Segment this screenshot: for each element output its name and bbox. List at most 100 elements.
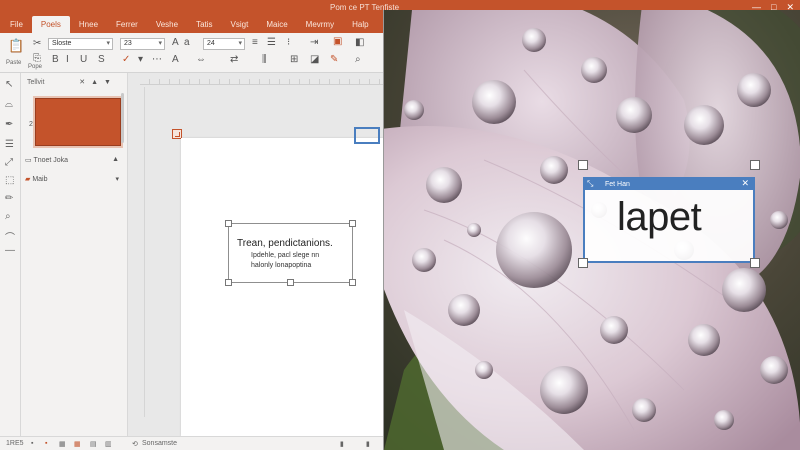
textbox-line-2: Ipdehle, pacl slege nn bbox=[251, 252, 320, 259]
tab-design[interactable]: Ferrer bbox=[107, 20, 147, 33]
vertical-ruler bbox=[140, 87, 145, 417]
tab-help[interactable]: Halp bbox=[343, 20, 377, 33]
ribbon-tabs: File Poels Hnee Ferrer Veshe Tatis Vsigt… bbox=[0, 15, 378, 33]
panel-nav-arrows[interactable]: ✕▲▼ bbox=[79, 78, 117, 86]
font-size-dropdown[interactable]: 23 bbox=[120, 38, 165, 50]
shape-fill-icon[interactable]: ✎ bbox=[330, 54, 338, 65]
direction-icon[interactable]: ⇄ bbox=[230, 54, 238, 65]
slide-thumbnail-number: 2 bbox=[29, 121, 33, 128]
tab-review[interactable]: Maice bbox=[257, 20, 296, 33]
font-color-icon[interactable]: A bbox=[172, 54, 179, 65]
columns-icon[interactable]: ⫼ bbox=[262, 54, 267, 65]
tab-animations[interactable]: Tatis bbox=[187, 20, 221, 33]
tab-view[interactable]: Mevrmy bbox=[297, 20, 343, 33]
zoom-tool-icon[interactable]: ⌕ bbox=[5, 211, 11, 222]
zoom-out-icon[interactable]: ▮ bbox=[340, 440, 344, 448]
slide-panel: Tellvit ✕▲▼ 2 ▭ Tnoet Joka ▲ ▰ Maib ▾ bbox=[21, 73, 128, 436]
section-row-2[interactable]: ▰ Maib bbox=[25, 175, 48, 183]
notes-icon[interactable]: ▪ bbox=[31, 440, 33, 447]
overlay-handle-tr[interactable] bbox=[750, 160, 760, 170]
fit-slide-icon[interactable]: ▮ bbox=[366, 440, 370, 448]
textbox-handle-bl[interactable] bbox=[225, 279, 232, 286]
overlay-handle-br[interactable] bbox=[750, 258, 760, 268]
horizontal-ruler bbox=[140, 79, 383, 85]
indent-icon[interactable]: ⇥ bbox=[310, 37, 318, 48]
font-size-2-value: 24 bbox=[207, 40, 215, 47]
overlay-handle-bl[interactable] bbox=[578, 258, 588, 268]
tab-transitions[interactable]: Veshe bbox=[147, 20, 187, 33]
shape-icon[interactable]: ▣ bbox=[333, 36, 342, 47]
list-icon[interactable]: ☰ bbox=[267, 37, 276, 48]
spacing-icon[interactable]: ⇔ bbox=[196, 54, 206, 65]
textbox-handle-tr[interactable] bbox=[349, 220, 356, 227]
font-name-value: Sloste bbox=[52, 40, 72, 47]
pen-tool-icon[interactable]: ✒ bbox=[5, 119, 13, 130]
slide-canvas: Trean, pendictanions. Ipdehle, pacl sleg… bbox=[128, 73, 383, 436]
chevron-up-icon[interactable]: ▲ bbox=[112, 156, 119, 163]
section-2-label: Maib bbox=[32, 176, 48, 183]
shapes-tool-icon[interactable]: ⬚ bbox=[5, 175, 14, 186]
edit-label-dialog[interactable]: ⤡ Fet Han ✕ lapet bbox=[578, 160, 760, 268]
font-size-value: 23 bbox=[124, 40, 132, 47]
connector-tool-icon[interactable]: ⤢ bbox=[5, 157, 13, 168]
label-text[interactable]: lapet bbox=[617, 195, 702, 240]
draw-tool-icon[interactable]: ✏ bbox=[5, 193, 13, 204]
slide[interactable] bbox=[181, 138, 383, 436]
shrink-font-icon[interactable]: a bbox=[184, 37, 190, 48]
clipboard-label: Pope bbox=[28, 64, 43, 70]
lines-tool-icon[interactable]: ☰ bbox=[5, 139, 14, 150]
slide-count: 1RE5 bbox=[6, 440, 24, 447]
resize-icon[interactable]: ⤡ bbox=[587, 178, 593, 189]
tab-home[interactable]: Poels bbox=[31, 16, 70, 33]
curve-tool-icon[interactable]: ⌒ bbox=[5, 229, 15, 244]
bold-icon[interactable]: B bbox=[52, 54, 59, 65]
check-icon[interactable]: ✓ bbox=[122, 54, 130, 65]
tab-file[interactable]: File bbox=[0, 20, 32, 33]
dialog-titlebar[interactable]: ⤡ Fet Han ✕ bbox=[585, 178, 753, 190]
slide-thumbnail[interactable] bbox=[35, 98, 121, 146]
grow-font-icon[interactable]: A bbox=[172, 37, 179, 48]
view-normal-icon[interactable]: ▦ bbox=[59, 440, 66, 448]
text-shadow-icon[interactable]: ⋯ bbox=[152, 54, 162, 65]
smartart-icon[interactable]: ⊞ bbox=[290, 54, 298, 65]
view-sorter-icon[interactable]: ▦ bbox=[74, 440, 81, 448]
quick-styles-icon[interactable]: ◪ bbox=[310, 54, 319, 65]
line-tool-icon[interactable]: — bbox=[5, 245, 15, 256]
tab-insert[interactable]: Hnee bbox=[70, 20, 107, 33]
textbox-handle-br[interactable] bbox=[349, 279, 356, 286]
font-size-2-dropdown[interactable]: 24 bbox=[203, 38, 245, 50]
align-icon[interactable]: ≡ bbox=[252, 37, 258, 48]
view-mode-icon[interactable]: ⟲ bbox=[132, 440, 138, 448]
slide-panel-scrollbar[interactable] bbox=[121, 93, 124, 143]
status-bar: 1RE5 ▪ ▪ ▦ ▦ ▤ ▥ ⟲ Sonsamste ▮ ▮ bbox=[0, 436, 383, 450]
overlay-handle-tl[interactable] bbox=[578, 160, 588, 170]
photo-selection-box[interactable] bbox=[354, 127, 380, 144]
textbox-handle-bottom[interactable] bbox=[287, 279, 294, 286]
view-reading-icon[interactable]: ▤ bbox=[90, 440, 97, 448]
view-slideshow-icon[interactable]: ▥ bbox=[105, 440, 112, 448]
section-1-label: Tnoet Joka bbox=[33, 157, 69, 164]
find-icon[interactable]: ⌕ bbox=[355, 54, 361, 65]
section-row-1[interactable]: ▭ Tnoet Joka bbox=[25, 156, 68, 164]
select-tool-icon[interactable]: ↖ bbox=[5, 79, 13, 90]
paste-icon[interactable]: 📋 bbox=[8, 38, 24, 54]
italic-icon[interactable]: I bbox=[66, 54, 69, 65]
textbox-handle-tl[interactable] bbox=[225, 220, 232, 227]
numbered-list-icon[interactable]: ⁝ bbox=[287, 37, 290, 48]
cut-icon[interactable]: ✂ bbox=[33, 38, 41, 49]
close-icon[interactable]: ✕ bbox=[741, 178, 749, 189]
dropdown-arrow-icon[interactable]: ▾ bbox=[138, 54, 143, 65]
view-mode-label: Sonsamste bbox=[142, 440, 178, 447]
tab-slideshow[interactable]: Vsigt bbox=[222, 20, 258, 33]
chevron-down-icon[interactable]: ▾ bbox=[115, 175, 119, 183]
arrange-icon[interactable]: ◧ bbox=[355, 37, 364, 48]
strikethrough-icon[interactable]: S bbox=[98, 54, 105, 65]
comments-icon[interactable]: ▪ bbox=[45, 440, 47, 447]
lasso-tool-icon[interactable]: ⌓ bbox=[5, 99, 13, 110]
underline-icon[interactable]: U bbox=[80, 54, 87, 65]
font-name-dropdown[interactable]: Sloste bbox=[48, 38, 113, 50]
slide-textbox[interactable]: Trean, pendictanions. Ipdehle, pacl sleg… bbox=[225, 220, 356, 286]
ribbon: 📋 Paste ✂ ⎘ Pope Sloste 23 A a 24 ≡ ☰ ⁝ … bbox=[0, 33, 383, 73]
paste-label: Paste bbox=[6, 60, 22, 66]
copy-icon[interactable]: ⎘ bbox=[33, 53, 41, 64]
